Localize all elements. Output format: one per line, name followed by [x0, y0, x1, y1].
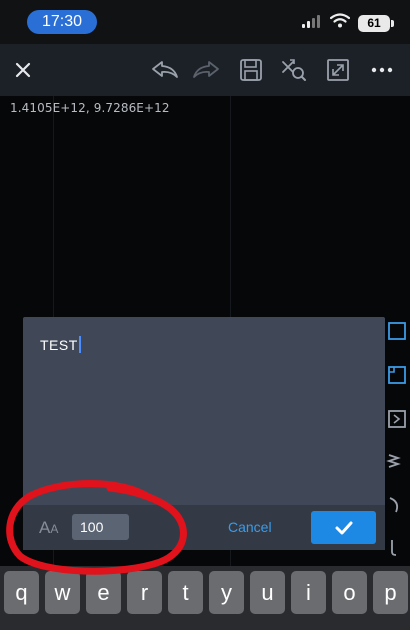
- save-icon[interactable]: [237, 56, 265, 84]
- key-y[interactable]: y: [209, 571, 244, 614]
- close-icon[interactable]: [9, 56, 37, 84]
- key-t[interactable]: t: [168, 571, 203, 614]
- status-icons: 61: [302, 13, 394, 33]
- confirm-button[interactable]: [311, 511, 376, 544]
- toolbar: [0, 44, 410, 96]
- keyboard-row-1: q w e r t y u i o p: [4, 571, 408, 614]
- redo-icon[interactable]: [192, 56, 220, 84]
- coordinate-readout: 1.4105E+12, 9.7286E+12: [10, 101, 170, 115]
- font-size-input[interactable]: [72, 514, 129, 540]
- status-time: 17:30: [27, 10, 97, 34]
- key-e[interactable]: e: [86, 571, 121, 614]
- key-q[interactable]: q: [4, 571, 39, 614]
- check-icon: [335, 521, 352, 534]
- status-bar: 17:30 61: [0, 0, 410, 44]
- key-p[interactable]: p: [373, 571, 408, 614]
- key-r[interactable]: r: [127, 571, 162, 614]
- key-i[interactable]: i: [291, 571, 326, 614]
- transform-search-icon[interactable]: [280, 56, 308, 84]
- layer-icon[interactable]: [386, 320, 408, 342]
- dialog-footer: AA Cancel: [23, 505, 385, 550]
- text-entry-area[interactable]: TEST: [23, 317, 385, 505]
- hook-icon[interactable]: [386, 536, 408, 558]
- undo-icon[interactable]: [151, 56, 179, 84]
- battery-icon: 61: [358, 14, 394, 32]
- cancel-button[interactable]: Cancel: [228, 519, 272, 535]
- frame-icon[interactable]: [386, 364, 408, 386]
- box-icon[interactable]: [386, 408, 408, 430]
- curve-icon[interactable]: [386, 494, 408, 516]
- typed-text: TEST: [40, 336, 81, 353]
- wifi-icon: [329, 13, 351, 33]
- font-size-icon: AA: [39, 518, 59, 537]
- on-screen-keyboard: q w e r t y u i o p: [0, 566, 410, 630]
- signal-icon: [302, 14, 322, 33]
- key-w[interactable]: w: [45, 571, 80, 614]
- fullscreen-icon[interactable]: [324, 56, 352, 84]
- text-input-dialog: TEST AA Cancel: [23, 317, 385, 550]
- more-icon[interactable]: [368, 56, 396, 84]
- key-u[interactable]: u: [250, 571, 285, 614]
- key-o[interactable]: o: [332, 571, 367, 614]
- text-caret: [78, 336, 81, 353]
- spring-icon[interactable]: [386, 450, 408, 472]
